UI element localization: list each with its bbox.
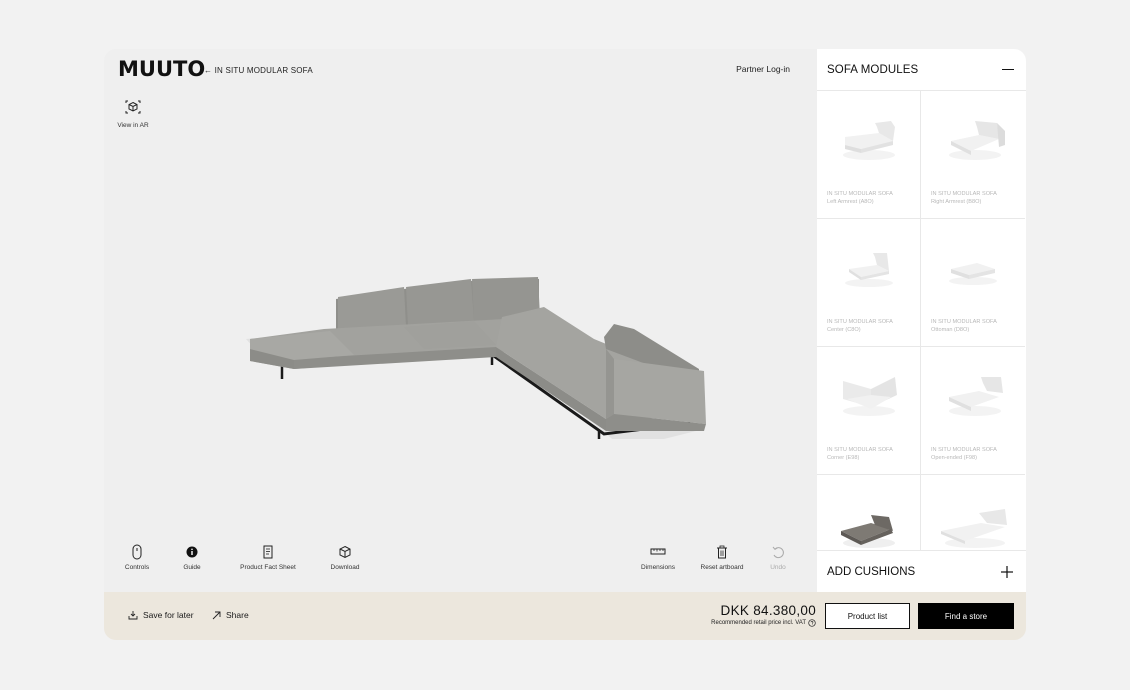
module-card-center[interactable]: IN SITU MODULAR SOFA Center (C8O)	[817, 219, 921, 347]
product-fact-sheet-tool[interactable]: Product Fact Sheet	[222, 544, 314, 571]
configurator-app: MUUTO ← IN SITU MODULAR SOFA Partner Log…	[104, 49, 1026, 640]
sofa-modules-header[interactable]: SOFA MODULES	[817, 49, 1026, 91]
save-for-later-button[interactable]: Save for later	[128, 610, 194, 620]
module-name: IN SITU MODULAR SOFA	[931, 447, 997, 453]
back-label: ← IN SITU MODULAR SOFA	[204, 66, 313, 75]
undo-tool[interactable]: Undo	[755, 544, 801, 571]
module-name: IN SITU MODULAR SOFA	[931, 319, 997, 325]
info-icon	[186, 546, 198, 558]
download-label: Download	[330, 564, 360, 571]
cube-icon	[339, 545, 351, 559]
controls-tool[interactable]: Controls	[116, 544, 158, 571]
module-name: IN SITU MODULAR SOFA	[827, 191, 893, 197]
price-note: Recommended retail price incl. VAT	[711, 620, 806, 626]
collapse-icon[interactable]	[1002, 68, 1014, 71]
module-image	[949, 121, 1005, 160]
3d-viewer[interactable]: MUUTO ← IN SITU MODULAR SOFA Partner Log…	[104, 49, 817, 592]
reset-artboard-tool[interactable]: Reset artboard	[689, 544, 755, 571]
ruler-icon	[650, 548, 666, 555]
module-card-chaise[interactable]	[921, 475, 1025, 550]
ar-cube-icon	[125, 100, 141, 114]
module-variant: Center (C8O)	[827, 327, 861, 333]
product-fact-sheet-label: Product Fact Sheet	[240, 564, 296, 571]
module-card-open-ended[interactable]: IN SITU MODULAR SOFA Open-ended (F98)	[921, 347, 1025, 475]
trash-icon	[717, 545, 727, 559]
help-icon[interactable]	[808, 619, 816, 627]
undo-icon	[772, 546, 784, 559]
tools-right: Dimensions Reset artboard Undo	[627, 544, 801, 571]
price-block: DKK 84.380,00 Recommended retail price i…	[711, 603, 816, 627]
module-name: IN SITU MODULAR SOFA	[931, 191, 997, 197]
dimensions-label: Dimensions	[641, 564, 675, 571]
download-tool[interactable]: Download	[314, 544, 376, 571]
module-image	[843, 377, 897, 416]
module-image	[845, 253, 893, 287]
guide-label: Guide	[183, 564, 201, 571]
tools-left: Controls Guide Product Fact Sheet Downlo…	[116, 544, 376, 571]
module-card-right-armrest[interactable]: IN SITU MODULAR SOFA Right Armrest (B8O)	[921, 91, 1025, 219]
view-in-ar-label: View in AR	[117, 122, 149, 129]
module-grid: IN SITU MODULAR SOFA Left Armrest (A8O) …	[817, 91, 1026, 550]
module-image	[949, 377, 1003, 416]
module-name: IN SITU MODULAR SOFA	[827, 319, 893, 325]
mouse-icon	[132, 544, 142, 560]
module-variant: Left Armrest (A8O)	[827, 199, 874, 205]
module-name: IN SITU MODULAR SOFA	[827, 447, 893, 453]
share-label: Share	[226, 610, 249, 620]
sofa-modules-title: SOFA MODULES	[827, 63, 919, 76]
partner-login-link[interactable]: Partner Log-in	[736, 64, 790, 74]
muuto-logo[interactable]: MUUTO	[118, 59, 205, 80]
module-variant: Ottoman (D8O)	[931, 327, 970, 333]
module-card-left-armrest[interactable]: IN SITU MODULAR SOFA Left Armrest (A8O)	[817, 91, 921, 219]
product-list-button[interactable]: Product list	[825, 603, 910, 629]
price-amount: DKK 84.380,00	[720, 603, 816, 618]
download-tray-icon	[128, 611, 138, 620]
dimensions-tool[interactable]: Dimensions	[627, 544, 689, 571]
controls-label: Controls	[124, 564, 150, 571]
undo-label: Undo	[770, 564, 786, 571]
sofa-3d-render[interactable]	[234, 209, 714, 439]
module-image	[949, 263, 997, 285]
module-image	[941, 509, 1007, 548]
module-card-ottoman[interactable]: IN SITU MODULAR SOFA Ottoman (D8O)	[921, 219, 1025, 347]
arrow-up-right-icon	[212, 611, 221, 619]
bottom-bar: Save for later Share DKK 84.380,00 Recom…	[104, 592, 1026, 640]
share-button[interactable]: Share	[212, 610, 249, 620]
price-note-row: Recommended retail price incl. VAT	[711, 619, 816, 627]
module-variant: Right Armrest (B8O)	[931, 199, 982, 205]
reset-artboard-label: Reset artboard	[700, 564, 744, 571]
module-card-selected[interactable]	[817, 475, 921, 550]
module-variant: Corner (E98)	[827, 455, 860, 461]
view-in-ar-button[interactable]: View in AR	[113, 99, 153, 129]
add-cushions-title: ADD CUSHIONS	[827, 565, 916, 578]
sofa-modules-panel: SOFA MODULES IN SITU MODULAR SOFA Left A…	[817, 49, 1026, 592]
module-card-corner[interactable]: IN SITU MODULAR SOFA Corner (E98)	[817, 347, 921, 475]
plus-icon[interactable]	[1000, 565, 1014, 579]
module-image	[843, 121, 895, 160]
add-cushions-row[interactable]: ADD CUSHIONS	[817, 550, 1026, 592]
guide-tool[interactable]: Guide	[162, 544, 222, 571]
module-variant: Open-ended (F98)	[931, 455, 978, 461]
back-to-product-link[interactable]: ← IN SITU MODULAR SOFA	[204, 66, 313, 75]
find-a-store-button[interactable]: Find a store	[918, 603, 1014, 629]
document-icon	[263, 545, 273, 559]
module-image	[841, 515, 895, 548]
save-for-later-label: Save for later	[143, 610, 194, 620]
